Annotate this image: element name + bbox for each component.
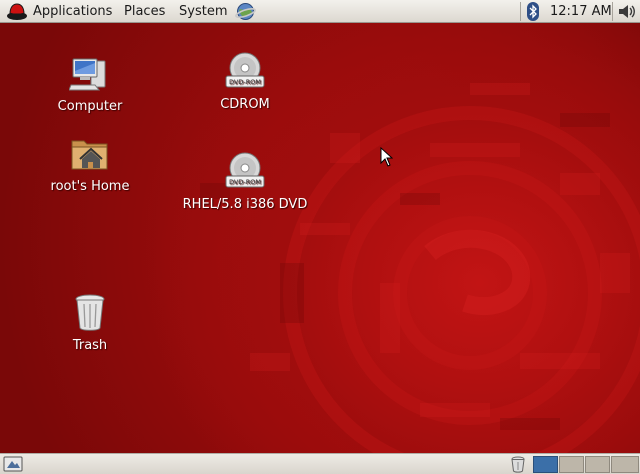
desktop[interactable]: Computer root's Home Trash DVD-ROM CDROM… — [0, 23, 640, 453]
workspace-2[interactable] — [559, 456, 584, 473]
redhat-icon[interactable] — [6, 2, 28, 21]
web-browser-icon[interactable] — [235, 1, 256, 22]
show-desktop-icon[interactable] — [3, 456, 23, 472]
desktop-icon-trash[interactable]: Trash — [40, 292, 140, 353]
desktop-icon-label: RHEL/5.8 i386 DVD — [182, 197, 308, 212]
desktop-icon-cdrom[interactable]: DVD-ROM CDROM — [195, 51, 295, 112]
desktop-icon-computer[interactable]: Computer — [40, 53, 140, 114]
workspace-1[interactable] — [533, 456, 558, 473]
bluetooth-icon[interactable] — [526, 1, 540, 22]
svg-text:DVD-ROM: DVD-ROM — [229, 178, 261, 186]
workspace-3[interactable] — [585, 456, 610, 473]
desktop-icon-rhel-dvd[interactable]: DVD-ROM RHEL/5.8 i386 DVD — [175, 151, 315, 212]
dvd-rom-icon: DVD-ROM — [225, 152, 265, 188]
menu-applications[interactable]: Applications — [33, 3, 112, 20]
menu-system[interactable]: System — [179, 3, 227, 20]
workspace-4[interactable] — [611, 456, 639, 473]
speaker-icon[interactable] — [617, 2, 637, 21]
desktop-icon-label: Trash — [72, 338, 108, 353]
desktop-icon-home[interactable]: root's Home — [40, 133, 140, 194]
computer-icon — [69, 58, 106, 91]
trash-icon — [75, 294, 105, 331]
dvd-rom-icon: DVD-ROM — [225, 52, 265, 88]
desktop-icon-label: root's Home — [50, 179, 130, 194]
home-folder-icon — [71, 140, 108, 170]
bottom-panel — [0, 453, 640, 474]
top-panel: Applications Places System 12:17 AM — [0, 0, 640, 23]
menu-places[interactable]: Places — [124, 3, 165, 20]
svg-text:DVD-ROM: DVD-ROM — [229, 78, 261, 86]
desktop-icon-label: Computer — [57, 99, 123, 114]
panel-separator — [520, 2, 521, 21]
clock[interactable]: 12:17 AM — [550, 3, 612, 20]
desktop-icon-label: CDROM — [220, 97, 270, 112]
panel-separator — [612, 2, 613, 21]
trash-icon[interactable] — [509, 456, 527, 473]
mouse-cursor-icon — [380, 147, 393, 167]
